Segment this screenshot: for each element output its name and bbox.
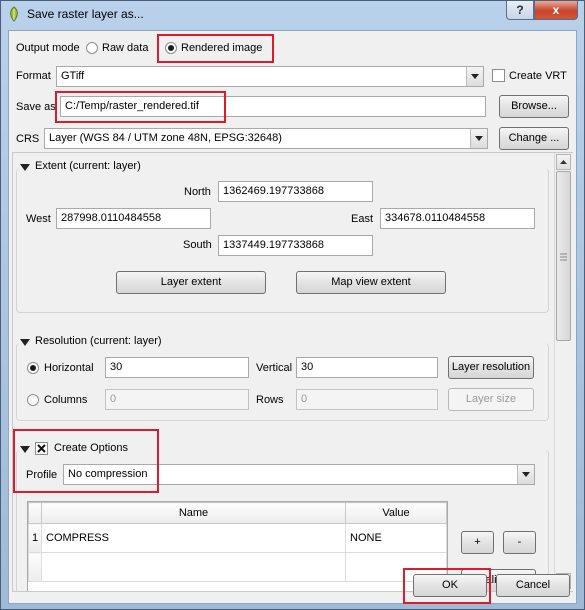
layer-resolution-button[interactable]: Layer resolution xyxy=(448,356,534,379)
highlight-ok xyxy=(403,568,491,604)
crs-select[interactable]: Layer (WGS 84 / UTM zone 48N, EPSG:32648… xyxy=(44,128,488,149)
table-row xyxy=(28,552,447,582)
row-number xyxy=(28,552,42,582)
chevron-up-icon xyxy=(560,160,567,164)
columns-input[interactable]: 0 xyxy=(105,389,249,410)
horizontal-input[interactable]: 30 xyxy=(105,357,249,378)
remove-option-button[interactable]: - xyxy=(503,531,536,554)
output-mode-label: Output mode xyxy=(16,42,80,54)
west-input[interactable]: 287998.0110484558 xyxy=(56,208,211,229)
vertical-label: Vertical xyxy=(256,362,293,374)
raw-data-label[interactable]: Raw data xyxy=(102,42,148,54)
row-number: 1 xyxy=(28,523,42,553)
north-input[interactable]: 1362469.197733868 xyxy=(218,181,373,202)
horizontal-radio[interactable] xyxy=(27,362,39,374)
rows-label: Rows xyxy=(256,394,284,406)
dialog-window: Save raster layer as... ? x Output mode … xyxy=(0,0,585,610)
qgis-app-icon xyxy=(10,6,18,22)
crs-label: CRS xyxy=(16,133,40,145)
south-label: South xyxy=(183,239,212,251)
vertical-input[interactable]: 30 xyxy=(296,357,438,378)
options-scroll-area: Extent (current: layer) North 1362469.19… xyxy=(12,152,573,592)
close-button[interactable]: x xyxy=(534,1,578,20)
option-name-cell xyxy=(41,552,346,582)
highlight-rendered-image xyxy=(157,34,274,63)
create-options-table-frame: Name Value 1 COMPRESS NONE xyxy=(27,501,448,591)
browse-button[interactable]: Browse... xyxy=(499,95,569,118)
change-crs-button[interactable]: Change ... xyxy=(499,127,569,150)
columns-label[interactable]: Columns xyxy=(44,394,87,406)
window-title: Save raster layer as... xyxy=(27,7,144,21)
format-label: Format xyxy=(16,70,51,82)
west-label: West xyxy=(26,213,51,225)
save-as-label: Save as xyxy=(16,101,56,113)
grip-icon xyxy=(560,253,567,261)
scroll-up-button[interactable] xyxy=(556,154,571,170)
crs-value: Layer (WGS 84 / UTM zone 48N, EPSG:32648… xyxy=(49,132,282,144)
layer-size-button[interactable]: Layer size xyxy=(448,388,534,411)
north-label: North xyxy=(184,186,211,198)
dialog-client: Output mode Raw data Rendered image Form… xyxy=(8,30,577,604)
add-option-button[interactable]: + xyxy=(461,531,494,554)
vertical-scrollbar[interactable] xyxy=(554,153,572,591)
row-header-corner xyxy=(28,502,42,524)
east-input[interactable]: 334678.0110484558 xyxy=(380,208,535,229)
option-name-cell[interactable]: COMPRESS xyxy=(41,523,346,553)
raw-data-radio[interactable] xyxy=(86,42,98,54)
south-input[interactable]: 1337449.197733868 xyxy=(218,235,373,256)
format-select[interactable]: GTiff xyxy=(56,66,484,87)
create-vrt-checkbox[interactable] xyxy=(492,69,505,82)
cancel-button[interactable]: Cancel xyxy=(496,574,570,597)
option-value-cell[interactable]: NONE xyxy=(345,523,447,553)
east-label: East xyxy=(351,213,374,225)
highlight-create-options xyxy=(13,429,159,493)
layer-extent-button[interactable]: Layer extent xyxy=(116,271,266,294)
chevron-down-icon xyxy=(466,67,483,86)
map-view-extent-button[interactable]: Map view extent xyxy=(296,271,446,294)
table-row[interactable]: 1 COMPRESS NONE xyxy=(28,523,447,553)
highlight-save-as xyxy=(55,91,226,123)
horizontal-label[interactable]: Horizontal xyxy=(44,362,94,374)
columns-radio[interactable] xyxy=(27,394,39,406)
scrollbar-thumb[interactable] xyxy=(556,171,571,341)
format-value: GTiff xyxy=(61,70,85,82)
create-vrt-label[interactable]: Create VRT xyxy=(509,70,567,82)
chevron-down-icon xyxy=(517,465,534,484)
chevron-down-icon xyxy=(470,129,487,148)
column-header-name[interactable]: Name xyxy=(41,502,346,524)
rows-input[interactable]: 0 xyxy=(296,389,438,410)
help-button[interactable]: ? xyxy=(506,1,534,20)
column-header-value[interactable]: Value xyxy=(345,502,447,524)
create-options-table: Name Value 1 COMPRESS NONE xyxy=(28,502,447,582)
title-bar: Save raster layer as... ? x xyxy=(1,1,584,29)
